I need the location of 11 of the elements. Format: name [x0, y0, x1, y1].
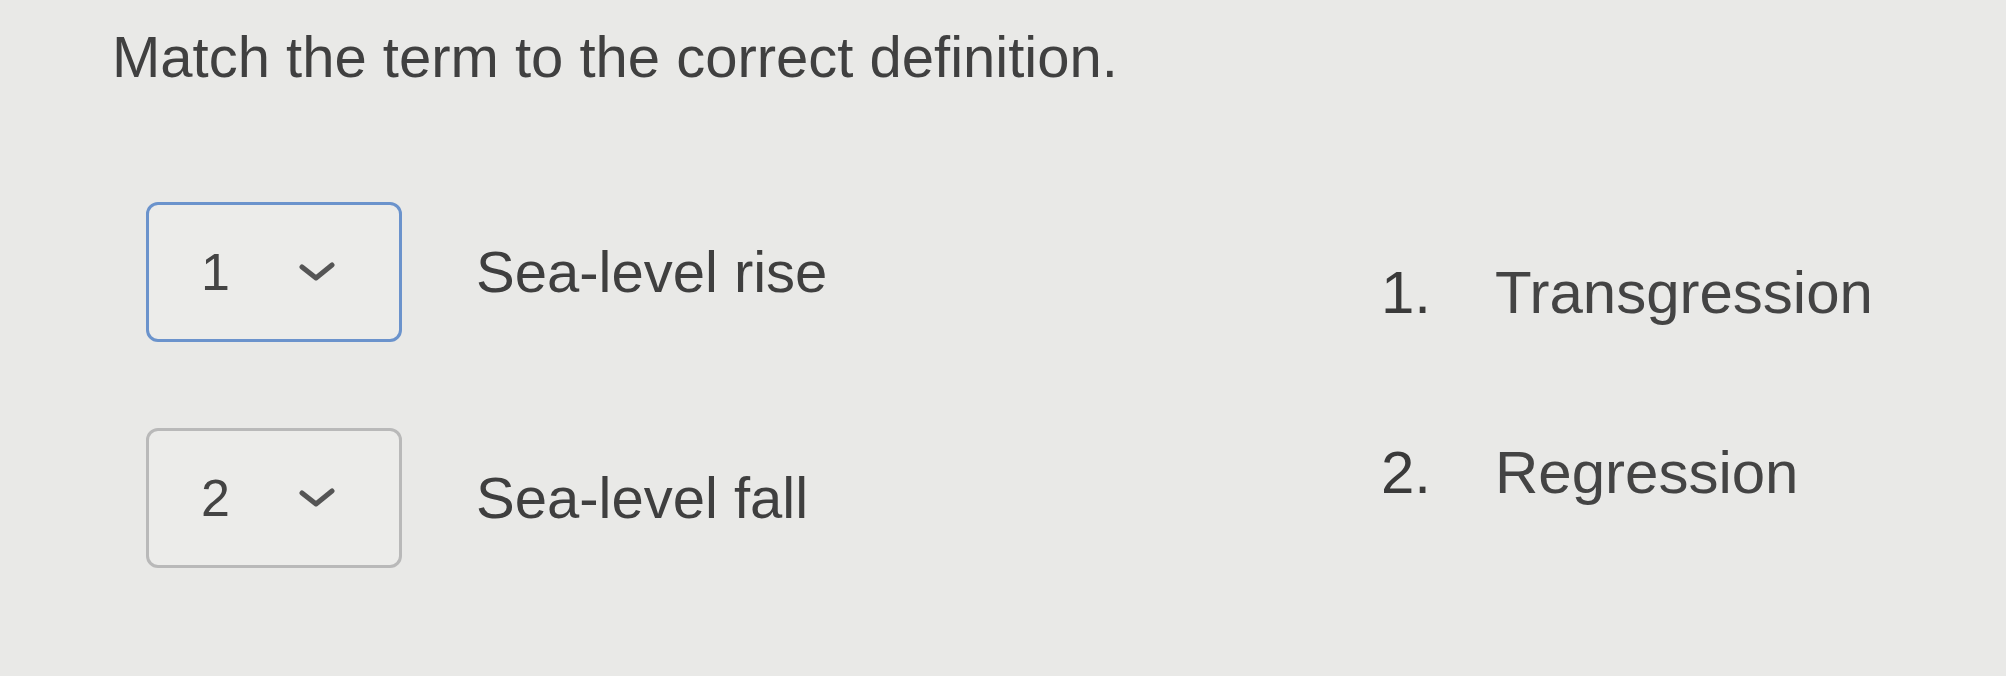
answer-dropdown[interactable]: 1 [146, 202, 402, 342]
term-text: Sea-level rise [476, 238, 828, 306]
instruction-text: Match the term to the correct definition. [112, 23, 1119, 91]
list-number: 2. [1381, 440, 1433, 506]
term-text: Sea-level fall [476, 464, 809, 532]
definition-text: Regression [1495, 440, 1799, 506]
chevron-down-icon [299, 488, 335, 508]
answer-dropdown[interactable]: 2 [146, 428, 402, 568]
list-number: 1. [1381, 260, 1433, 326]
chevron-down-icon [299, 262, 335, 282]
definition-text: Transgression [1495, 260, 1873, 326]
